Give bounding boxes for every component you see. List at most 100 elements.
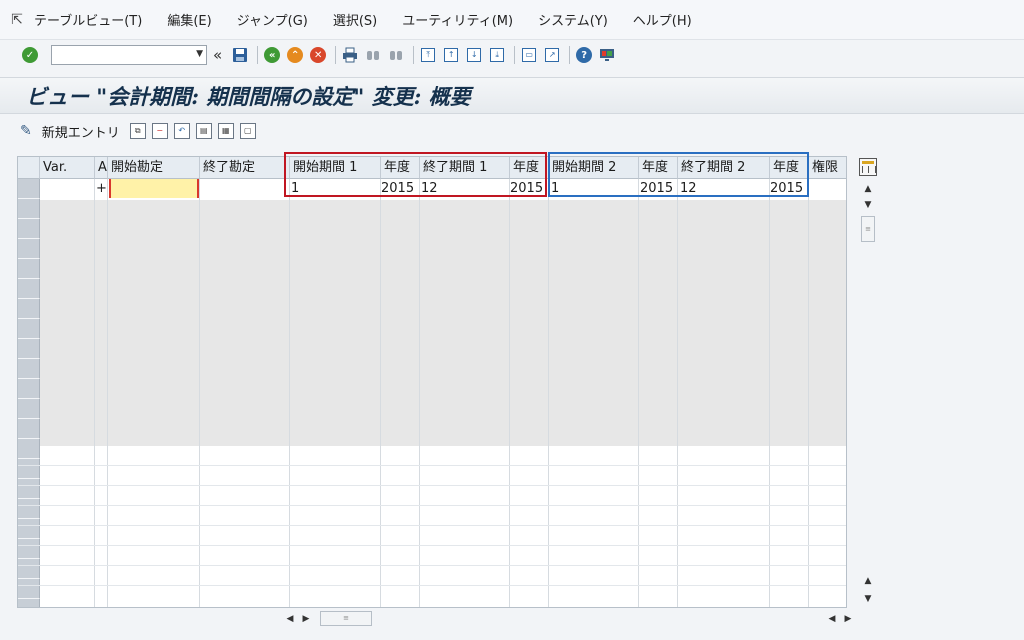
menu-edit[interactable]: 編集(E) <box>167 10 211 29</box>
row-selector[interactable] <box>18 379 40 399</box>
command-field[interactable]: ▼ <box>51 45 207 65</box>
menu-table-view[interactable]: テーブルビュー(T) <box>34 10 142 29</box>
row-selector[interactable] <box>18 319 40 339</box>
layout-button[interactable] <box>597 45 617 65</box>
delete-row-icon[interactable]: − <box>151 123 168 139</box>
header-year-1b[interactable]: 年度 <box>510 157 549 179</box>
row-selector[interactable] <box>18 479 40 499</box>
cell-to-period-1[interactable]: 12 <box>421 179 438 199</box>
period-table: Var. A 開始勘定 終了勘定 開始期間 1 年度 終了期間 1 年度 開始期… <box>17 156 847 608</box>
row-selector[interactable] <box>18 539 40 559</box>
next-page-button[interactable]: ↓ <box>464 45 484 65</box>
shortcut-button[interactable]: ↗ <box>542 45 562 65</box>
menu-goto[interactable]: ジャンプ(G) <box>237 10 308 29</box>
header-year-1[interactable]: 年度 <box>381 157 420 179</box>
row-selector[interactable] <box>18 559 40 579</box>
row-selector[interactable] <box>18 399 40 419</box>
scroll-up-icon[interactable]: ▲ <box>861 182 875 196</box>
row-selector[interactable] <box>18 439 40 459</box>
cell-to-period-2[interactable]: 12 <box>680 179 697 199</box>
vertical-scrollbar[interactable]: ▲ ▼ ≡ ▲ ▼ <box>857 156 881 608</box>
header-to-period-1[interactable]: 終了期間 1 <box>420 157 510 179</box>
from-account-field[interactable] <box>111 179 197 198</box>
cell-from-period-1[interactable]: 1 <box>291 179 299 199</box>
row-selector[interactable] <box>18 279 40 299</box>
last-page-button[interactable]: ⤓ <box>487 45 507 65</box>
first-page-button[interactable]: ⤒ <box>418 45 438 65</box>
vertical-scroll-thumb[interactable]: ≡ <box>861 216 875 242</box>
cancel-button[interactable]: ✕ <box>308 45 328 65</box>
scroll-down-bottom-icon[interactable]: ▼ <box>861 592 875 606</box>
cell-year-2[interactable]: 2015 <box>640 179 673 199</box>
column-settings-icon[interactable] <box>859 158 877 176</box>
cell-from-period-2[interactable]: 1 <box>551 179 559 199</box>
scroll-left-end-icon[interactable]: ◀ <box>826 612 838 626</box>
header-year-2b[interactable]: 年度 <box>770 157 809 179</box>
system-menu-icon[interactable]: ⇱ <box>0 12 34 28</box>
row-selector[interactable] <box>18 339 40 359</box>
row-selector[interactable] <box>18 599 40 607</box>
scroll-down-icon[interactable]: ▼ <box>861 198 875 212</box>
scroll-right-end-icon[interactable]: ▶ <box>842 612 854 626</box>
new-entries-button[interactable]: 新規エントリ <box>42 122 120 141</box>
back-icon: « <box>264 47 281 63</box>
save-button[interactable] <box>230 45 250 65</box>
cell-year-1[interactable]: 2015 <box>381 179 414 199</box>
page-title: ビュー "会計期間: 期間間隔の設定" 変更: 概要 <box>26 83 471 109</box>
row-selector[interactable] <box>18 259 40 279</box>
command-input[interactable] <box>52 46 188 64</box>
enter-button[interactable]: ✓ <box>20 45 40 65</box>
row-selector[interactable] <box>18 179 40 199</box>
menu-selection[interactable]: 選択(S) <box>333 10 377 29</box>
collapse-icon[interactable]: « <box>213 46 222 64</box>
row-selector[interactable] <box>18 419 40 439</box>
help-button[interactable]: ? <box>574 45 594 65</box>
header-var[interactable]: Var. <box>40 157 95 179</box>
header-to-period-2[interactable]: 終了期間 2 <box>678 157 770 179</box>
find-button[interactable] <box>363 45 383 65</box>
row-selector[interactable] <box>18 199 40 219</box>
select-all-rows-header[interactable] <box>18 157 40 179</box>
row-selector[interactable] <box>18 299 40 319</box>
toolbar-separator <box>413 46 415 64</box>
menu-help[interactable]: ヘルプ(H) <box>633 10 692 29</box>
new-session-button[interactable]: ▭ <box>519 45 539 65</box>
undo-icon[interactable]: ↶ <box>173 123 190 139</box>
row-selector[interactable] <box>18 359 40 379</box>
exit-button[interactable]: ⌃ <box>285 45 305 65</box>
scroll-left-icon[interactable]: ◀ <box>284 612 296 626</box>
menu-system[interactable]: システム(Y) <box>538 10 608 29</box>
header-year-2[interactable]: 年度 <box>639 157 678 179</box>
horizontal-scroll-thumb[interactable]: ≡ <box>320 611 372 626</box>
row-selector[interactable] <box>18 239 40 259</box>
dropdown-icon[interactable]: ▼ <box>196 49 203 59</box>
edit-toggle-icon[interactable]: ✎ <box>20 123 32 139</box>
row-selector[interactable] <box>18 219 40 239</box>
row-selector[interactable] <box>18 499 40 519</box>
row-selector[interactable] <box>18 519 40 539</box>
row-selector[interactable] <box>18 459 40 479</box>
back-button[interactable]: « <box>262 45 282 65</box>
header-from-period-1[interactable]: 開始期間 1 <box>290 157 381 179</box>
select-block-icon[interactable]: ▦ <box>217 123 234 139</box>
scroll-right-icon[interactable]: ▶ <box>300 612 312 626</box>
header-authorization[interactable]: 権限 <box>809 157 846 179</box>
select-all-icon[interactable]: ▤ <box>195 123 212 139</box>
column-divider <box>548 157 549 607</box>
cell-year-1b[interactable]: 2015 <box>510 179 543 199</box>
header-from-account[interactable]: 開始勘定 <box>108 157 200 179</box>
header-from-period-2[interactable]: 開始期間 2 <box>549 157 639 179</box>
cell-year-2b[interactable]: 2015 <box>770 179 803 199</box>
deselect-all-icon[interactable]: ▢ <box>239 123 256 139</box>
find-next-button[interactable] <box>386 45 406 65</box>
menu-utilities[interactable]: ユーティリティ(M) <box>402 10 513 29</box>
header-a[interactable]: A <box>95 157 108 179</box>
scroll-up-bottom-icon[interactable]: ▲ <box>861 574 875 588</box>
copy-icon[interactable]: ⧉ <box>129 123 146 139</box>
from-account-input[interactable] <box>109 179 199 198</box>
prev-page-button[interactable]: ↑ <box>441 45 461 65</box>
row-selector[interactable] <box>18 579 40 599</box>
header-to-account[interactable]: 終了勘定 <box>200 157 290 179</box>
print-button[interactable] <box>340 45 360 65</box>
column-divider <box>107 157 108 607</box>
